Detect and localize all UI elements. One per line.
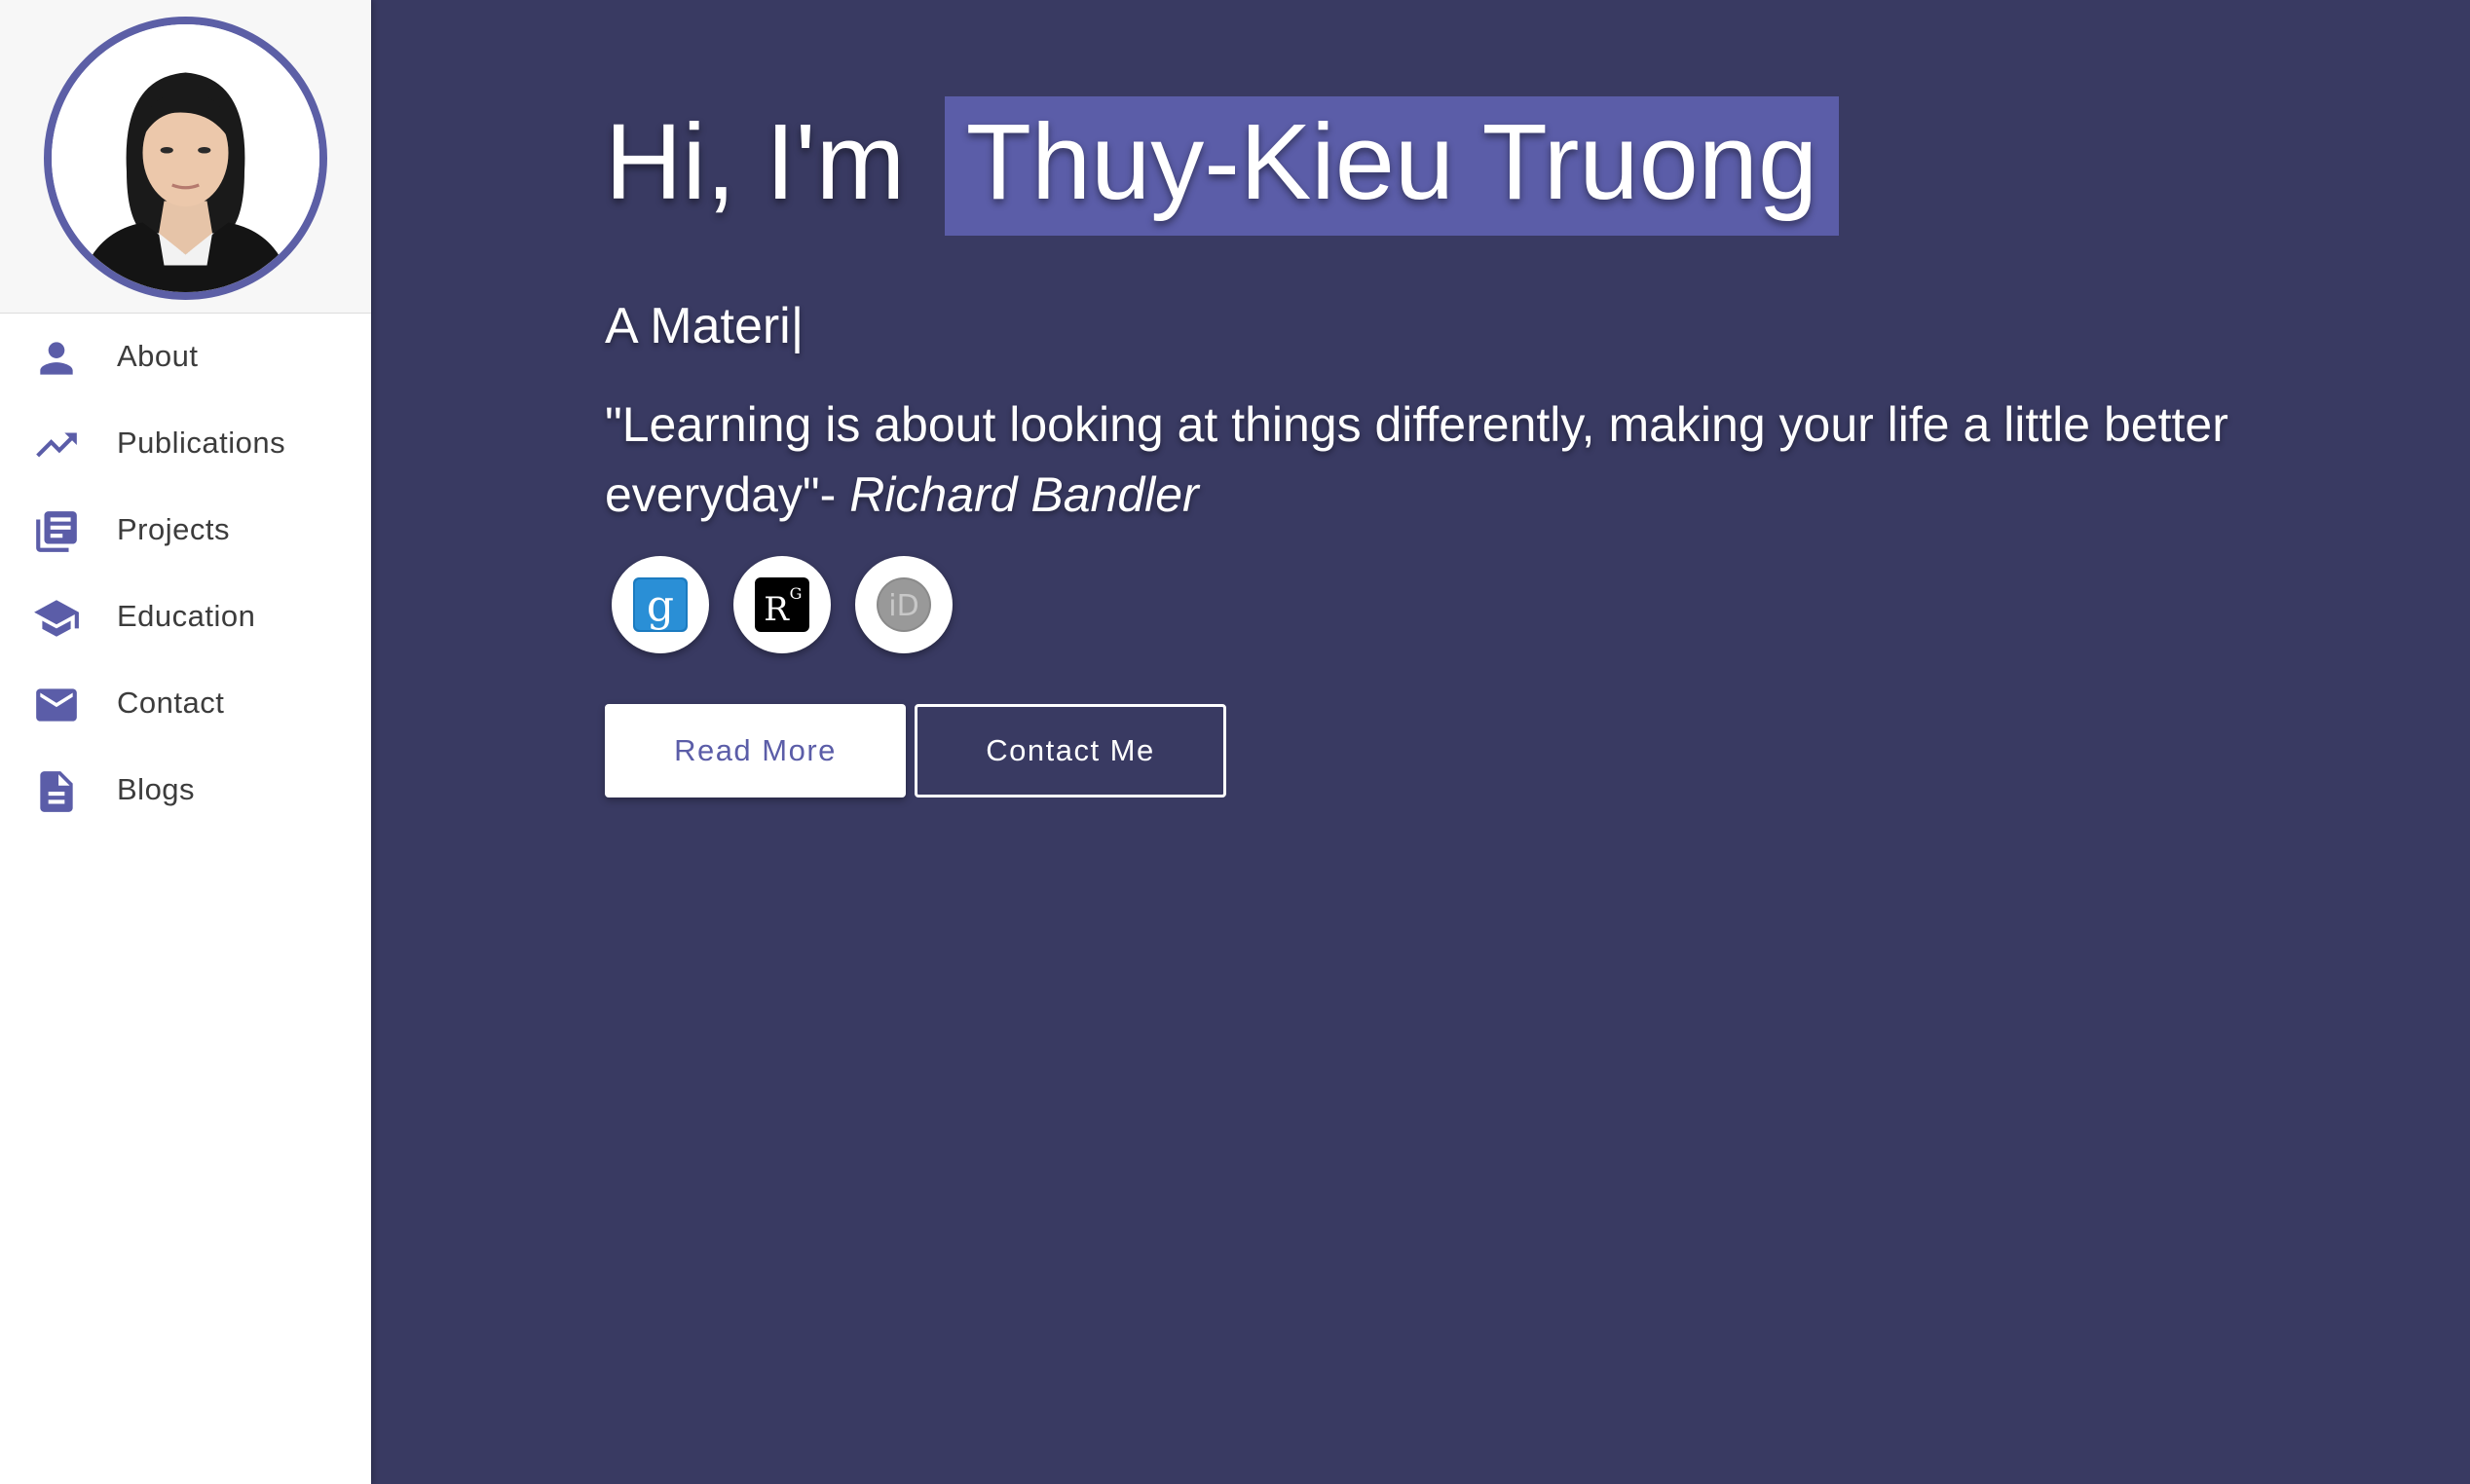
typing-cursor: | [790, 298, 805, 354]
sidebar-item-education[interactable]: Education [0, 573, 371, 659]
researchgate-icon: R G [753, 575, 811, 634]
svg-text:iD: iD [888, 589, 918, 623]
researchgate-link[interactable]: R G [733, 556, 831, 653]
orcid-link[interactable]: iD [855, 556, 953, 653]
typed-subtitle: A Materi| [605, 297, 804, 355]
graduation-cap-icon [32, 594, 81, 643]
hero-section: Hi, I'm Thuy-Kieu Truong A Materi| "Lear… [371, 0, 2470, 1484]
typed-text: A Materi [605, 298, 791, 354]
svg-text:g: g [647, 581, 674, 631]
sidebar-item-label: Projects [117, 511, 230, 546]
social-links: g R G iD [612, 556, 953, 653]
contact-me-button[interactable]: Contact Me [915, 704, 1226, 798]
quote-author: Richard Bandler [849, 467, 1199, 522]
read-more-button[interactable]: Read More [605, 704, 906, 798]
sidebar-item-publications[interactable]: Publications [0, 399, 371, 486]
sidebar-item-blogs[interactable]: Blogs [0, 746, 371, 833]
sidebar-item-label: Blogs [117, 771, 196, 806]
library-books-icon [32, 507, 81, 556]
sidebar-item-about[interactable]: About [0, 313, 371, 399]
sidebar: About Publications Projects Education Co… [0, 0, 371, 1484]
svg-text:G: G [790, 584, 803, 603]
hero-name: Thuy-Kieu Truong [944, 96, 1840, 236]
document-icon [32, 767, 81, 816]
sidebar-item-projects[interactable]: Projects [0, 486, 371, 573]
svg-text:R: R [764, 590, 790, 629]
orcid-icon: iD [875, 575, 933, 634]
sidebar-item-label: Education [117, 598, 256, 633]
sidebar-item-contact[interactable]: Contact [0, 659, 371, 746]
hero-title: Hi, I'm Thuy-Kieu Truong [605, 96, 1840, 236]
avatar [44, 17, 327, 300]
person-icon [32, 334, 81, 383]
sidebar-nav: About Publications Projects Education Co… [0, 313, 371, 833]
profile-header [0, 0, 371, 314]
sidebar-item-label: Contact [117, 685, 225, 720]
google-scholar-icon: g [631, 575, 690, 634]
sidebar-item-label: Publications [117, 425, 286, 460]
quote: "Learning is about looking at things dif… [605, 390, 2358, 530]
hero-greeting: Hi, I'm [605, 102, 906, 222]
google-scholar-link[interactable]: g [612, 556, 709, 653]
sidebar-item-label: About [117, 338, 199, 373]
trending-up-icon [32, 421, 81, 469]
mail-icon [32, 681, 81, 729]
